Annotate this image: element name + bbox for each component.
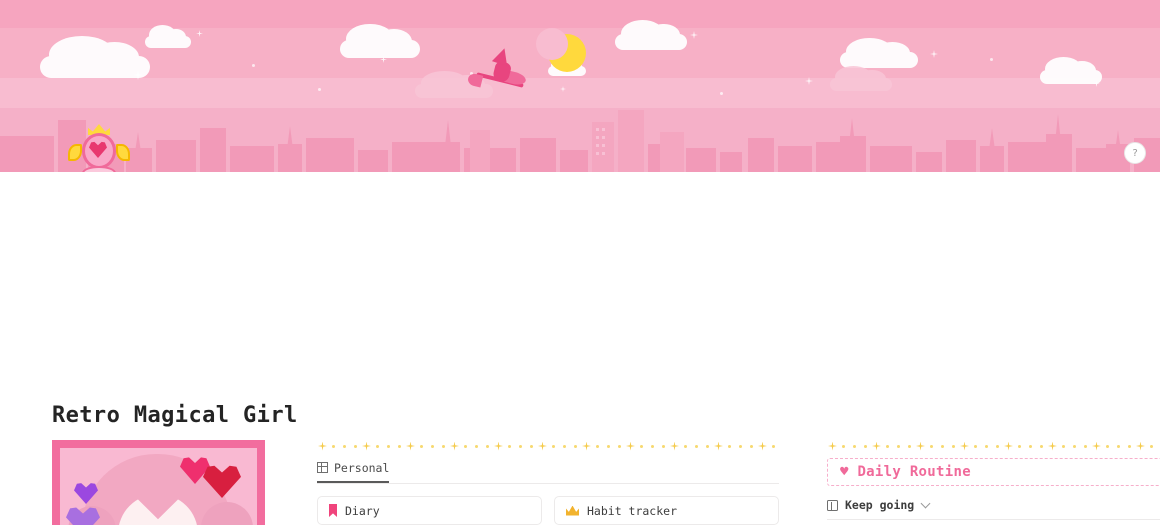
header-banner (0, 0, 1160, 172)
magic-wand-icon[interactable] (62, 124, 136, 172)
cloud-icon (1040, 57, 1102, 84)
routine-column: ♥ Daily Routine Keep going Wake up 6:00 … (827, 440, 1160, 525)
cloud-icon (830, 66, 892, 91)
tab-personal[interactable]: Personal (316, 460, 390, 483)
cloud-icon (615, 19, 687, 50)
cloud-icon (145, 25, 191, 48)
avatar[interactable] (52, 440, 265, 525)
page-title: Retro Magical Girl (52, 403, 298, 428)
cloud-icon (40, 36, 150, 78)
crown-icon (566, 505, 579, 516)
status-label: Keep going (845, 498, 915, 512)
cloud-icon (340, 23, 420, 58)
crescent-moon-icon (536, 28, 586, 72)
card-habit-tracker[interactable]: Habit tracker (554, 496, 779, 525)
grid-table-icon (316, 461, 328, 473)
board-icon (827, 499, 838, 511)
chevron-down-icon[interactable] (920, 498, 931, 509)
card-diary-label: Diary (345, 503, 380, 518)
city-skyline-icon (0, 94, 1160, 172)
card-grid: Diary Habit tracker Wish list Study + Ne… (317, 496, 779, 525)
daily-routine-title: ♥ Daily Routine (840, 464, 971, 480)
daily-routine-header: ♥ Daily Routine (827, 458, 1160, 486)
main-column: Personal Diary Habit tracker Wish list (316, 440, 779, 525)
card-habit-tracker-label: Habit tracker (587, 503, 678, 518)
tab-personal-label: Personal (334, 460, 390, 475)
sparkle-divider (827, 440, 1160, 452)
tabs-personal: Personal (316, 458, 779, 484)
sparkle-divider (317, 440, 779, 452)
profile-column: Name/birthday/age (52, 440, 265, 525)
card-diary[interactable]: Diary (317, 496, 542, 525)
help-button[interactable]: ? (1124, 142, 1146, 164)
status-selector[interactable]: Keep going (827, 498, 1160, 520)
bookmark-icon (329, 504, 337, 517)
